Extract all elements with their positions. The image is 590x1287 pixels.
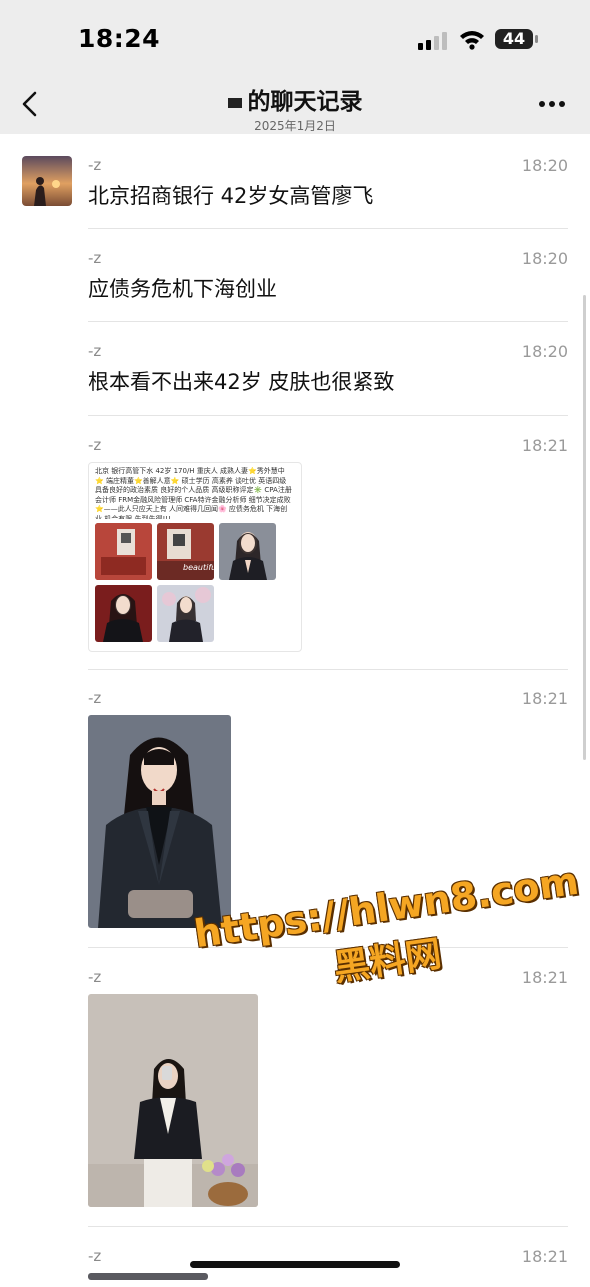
message-sender: -z — [88, 249, 102, 267]
message-photo[interactable] — [88, 1273, 208, 1280]
message-item[interactable]: -z 18:20 根本看不出来42岁 皮肤也很紧致 — [88, 342, 568, 402]
divider — [88, 669, 568, 670]
status-bar: 18:24 44 — [0, 0, 590, 78]
divider — [88, 1226, 568, 1227]
message-text: 应债务危机下海创业 — [88, 277, 277, 301]
message-sender: -z — [88, 968, 102, 986]
battery-level: 44 — [502, 29, 526, 48]
home-indicator[interactable] — [190, 1261, 400, 1268]
divider — [88, 321, 568, 322]
forwarded-post-card[interactable]: 北京 银行高管下水 42岁 170/H 重庆人 成熟人妻⭐秀外慧中⭐ 端庄精董⭐… — [88, 462, 302, 652]
message-time: 18:21 — [521, 1247, 568, 1266]
message-item[interactable]: -z 18:20 北京招商银行 42岁女高管廖飞 — [88, 156, 568, 216]
message-item[interactable]: -z 18:21 北京 银行高管下水 42岁 170/H 重庆人 成熟人妻⭐秀外… — [88, 436, 568, 656]
message-time: 18:21 — [521, 689, 568, 708]
message-sender: -z — [88, 689, 102, 707]
message-text: 北京招商银行 42岁女高管廖飞 — [88, 184, 374, 208]
message-item[interactable]: -z 18:20 应债务危机下海创业 — [88, 249, 568, 309]
status-time: 18:24 — [78, 24, 161, 53]
chat-title: 的聊天记录 — [247, 89, 363, 115]
redaction-mark — [227, 97, 242, 108]
wifi-icon — [460, 31, 484, 50]
post-thumbnail[interactable] — [95, 523, 152, 580]
message-time: 18:20 — [521, 249, 568, 268]
message-sender: -z — [88, 156, 102, 174]
post-thumbnail[interactable] — [95, 585, 152, 642]
more-options-icon[interactable] — [538, 100, 566, 108]
back-arrow-icon[interactable] — [18, 90, 42, 118]
message-list[interactable]: -z 18:20 北京招商银行 42岁女高管廖飞 -z 18:20 应债务危机下… — [0, 134, 590, 1280]
message-sender: -z — [88, 436, 102, 454]
post-thumbnail[interactable] — [219, 523, 276, 580]
sender-avatar[interactable] — [22, 156, 72, 206]
nav-title-block: 的聊天记录 2025年1月2日 — [150, 82, 440, 134]
chat-date: 2025年1月2日 — [254, 119, 336, 133]
post-thumbnail[interactable] — [157, 585, 214, 642]
battery-icon: 44 — [495, 28, 539, 50]
scrollbar[interactable] — [583, 295, 586, 760]
thumbnail-caption: beautiful — [183, 563, 214, 572]
cellular-signal-icon — [418, 32, 447, 50]
divider — [88, 415, 568, 416]
divider — [88, 228, 568, 229]
message-time: 18:21 — [521, 436, 568, 455]
message-time: 18:20 — [521, 156, 568, 175]
message-photo[interactable] — [88, 715, 231, 928]
message-text: 根本看不出来42岁 皮肤也很紧致 — [88, 370, 395, 394]
post-text: 北京 银行高管下水 42岁 170/H 重庆人 成熟人妻⭐秀外慧中⭐ 端庄精董⭐… — [95, 467, 292, 519]
message-time: 18:20 — [521, 342, 568, 361]
nav-bar: 的聊天记录 2025年1月2日 — [0, 78, 590, 134]
post-thumbnail[interactable]: beautiful — [157, 523, 214, 580]
message-sender: -z — [88, 342, 102, 360]
message-sender: -z — [88, 1247, 102, 1265]
